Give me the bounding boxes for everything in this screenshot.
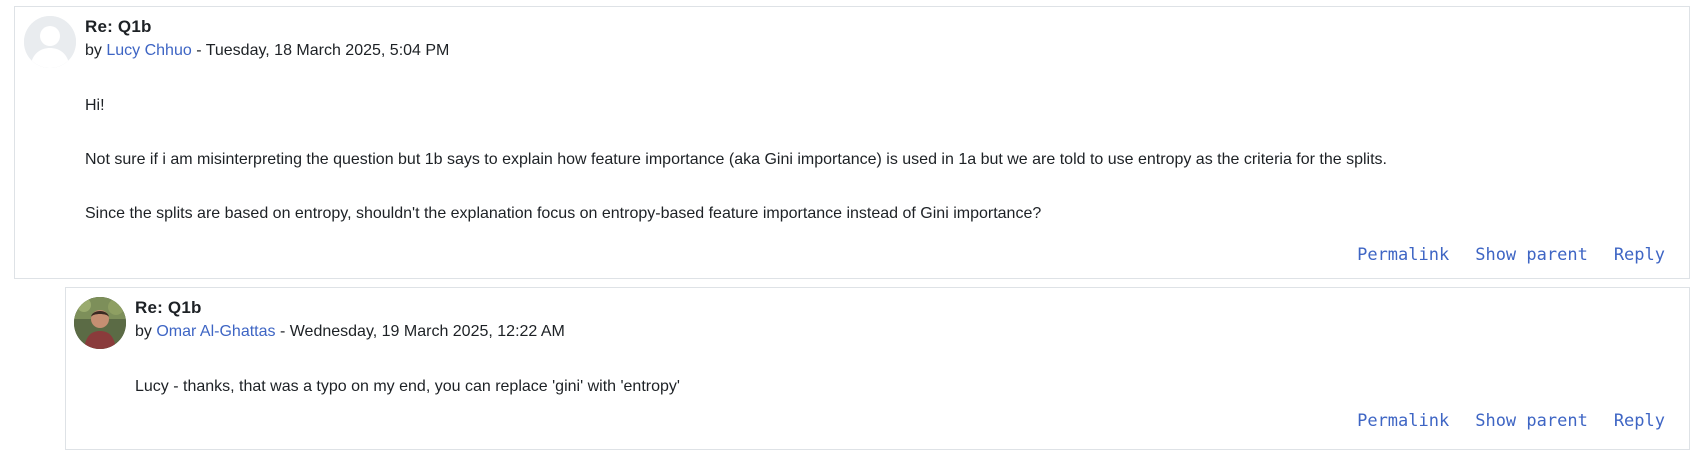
post-actions: Permalink Show parent Reply <box>1331 245 1665 265</box>
reply-link[interactable]: Reply <box>1614 411 1665 431</box>
by-label: by <box>85 42 102 59</box>
forum-post-reply: Re: Q1b by Omar Al-Ghattas - Wednesday, … <box>65 287 1690 450</box>
permalink-link[interactable]: Permalink <box>1357 411 1449 431</box>
post-date: Tuesday, 18 March 2025, 5:04 PM <box>205 42 450 59</box>
date-separator: - <box>275 323 290 340</box>
post-date: Wednesday, 19 March 2025, 12:22 AM <box>289 323 565 340</box>
message-paragraph: Hi! <box>85 97 105 114</box>
default-user-avatar-icon[interactable] <box>24 16 76 68</box>
post-message: Lucy - thanks, that was a typo on my end… <box>135 377 680 431</box>
forum-post: Re: Q1b by Lucy Chhuo - Tuesday, 18 Marc… <box>14 6 1690 279</box>
post-byline: by Omar Al-Ghattas - Wednesday, 19 March… <box>135 323 565 341</box>
user-photo-avatar-icon[interactable] <box>74 297 126 349</box>
permalink-link[interactable]: Permalink <box>1357 245 1449 265</box>
author-link[interactable]: Omar Al-Ghattas <box>156 323 275 340</box>
post-message: Hi! Not sure if i am misinterpreting the… <box>85 96 1387 258</box>
show-parent-link[interactable]: Show parent <box>1475 245 1588 265</box>
show-parent-link[interactable]: Show parent <box>1475 411 1588 431</box>
reply-link[interactable]: Reply <box>1614 245 1665 265</box>
post-byline: by Lucy Chhuo - Tuesday, 18 March 2025, … <box>85 42 449 60</box>
author-link[interactable]: Lucy Chhuo <box>106 42 191 59</box>
post-subject: Re: Q1b <box>135 298 202 317</box>
message-paragraph: Not sure if i am misinterpreting the que… <box>85 151 1387 168</box>
message-paragraph: Lucy - thanks, that was a typo on my end… <box>135 378 680 395</box>
date-separator: - <box>191 42 206 59</box>
message-paragraph: Since the splits are based on entropy, s… <box>85 205 1042 222</box>
post-subject: Re: Q1b <box>85 17 152 36</box>
by-label: by <box>135 323 152 340</box>
post-actions: Permalink Show parent Reply <box>1331 411 1665 431</box>
